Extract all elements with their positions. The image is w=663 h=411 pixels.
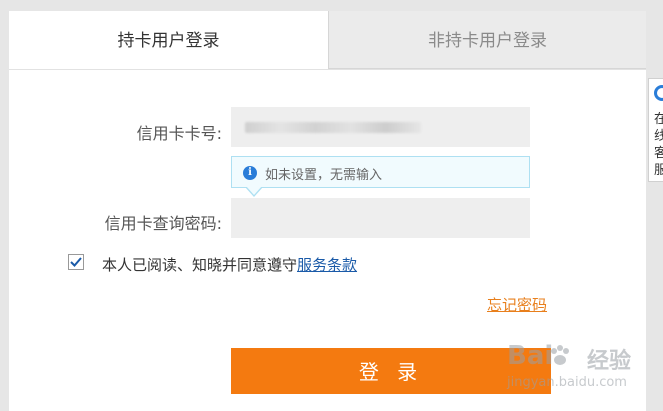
forgot-password-link[interactable]: 忘记密码 bbox=[487, 294, 547, 315]
info-icon: i bbox=[243, 166, 257, 180]
login-button[interactable]: 登 录 bbox=[231, 348, 551, 394]
checkmark-icon bbox=[70, 257, 82, 267]
agreement-label: 本人已阅读、知晓并同意遵守 bbox=[102, 256, 298, 274]
card-number-field-wrap bbox=[231, 107, 530, 147]
online-service-widget[interactable]: 在线客服 bbox=[648, 78, 663, 182]
masked-card-number bbox=[245, 122, 421, 133]
card-number-label: 信用卡卡号: bbox=[136, 124, 222, 143]
tab-card-holder-login[interactable]: 持卡用户登录 bbox=[9, 11, 328, 69]
password-label: 信用卡查询密码: bbox=[104, 214, 222, 233]
password-input[interactable] bbox=[231, 198, 530, 238]
password-hint-tooltip: i 如未设置，无需输入 bbox=[231, 156, 530, 197]
agreement-text: 本人已阅读、知晓并同意遵守服务条款 bbox=[102, 254, 357, 275]
terms-of-service-link[interactable]: 服务条款 bbox=[297, 256, 357, 274]
tab-non-card-holder-login[interactable]: 非持卡用户登录 bbox=[328, 11, 646, 69]
agree-checkbox[interactable] bbox=[68, 254, 84, 270]
online-service-label: 在线客服 bbox=[654, 112, 663, 178]
tab-divider bbox=[9, 69, 646, 70]
tooltip-text: 如未设置，无需输入 bbox=[265, 168, 383, 183]
login-panel: 持卡用户登录 非持卡用户登录 信用卡卡号: i 如未设置，无需输入 信用卡查询密… bbox=[9, 11, 646, 411]
headset-icon bbox=[654, 85, 663, 101]
